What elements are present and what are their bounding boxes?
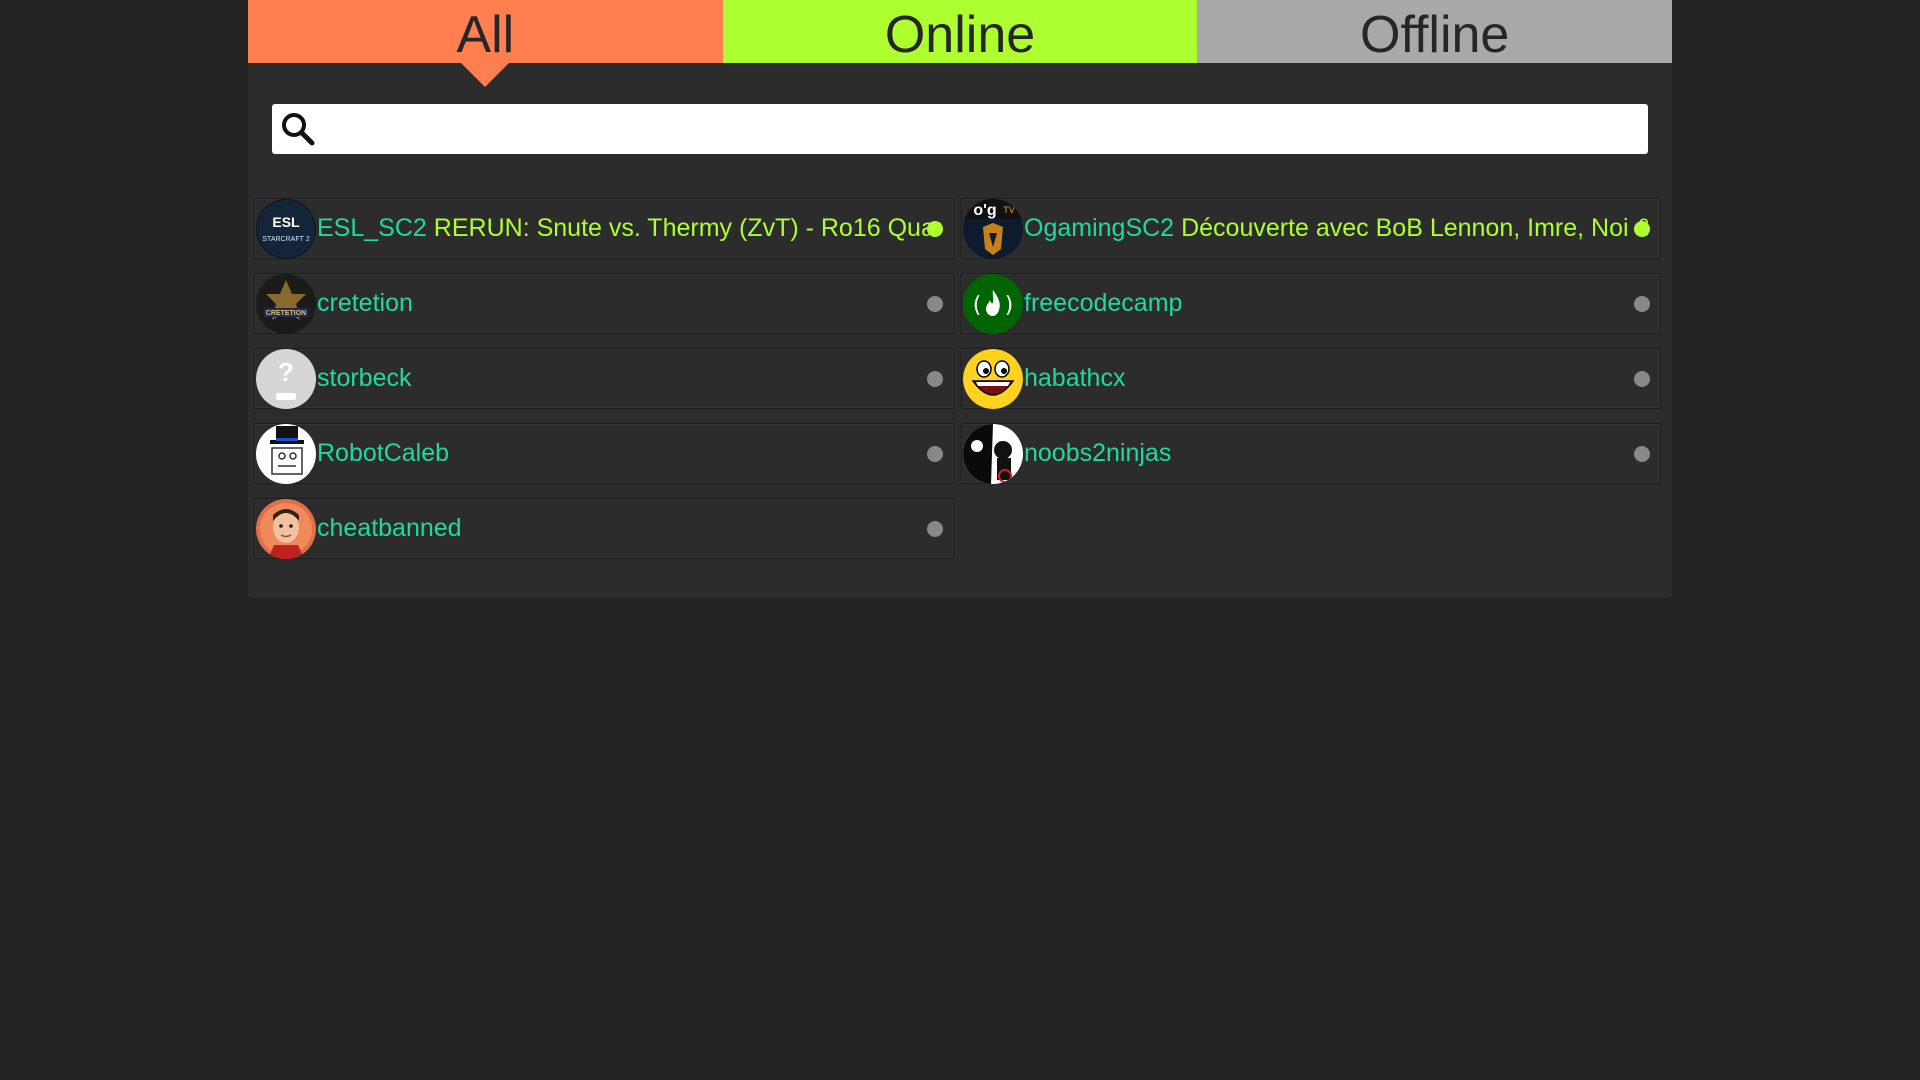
tab-online[interactable]: Online xyxy=(722,0,1198,64)
ogtv-logo-avatar: o'g TV xyxy=(963,198,1023,259)
esl-logo-avatar: ESL STARCRAFT 2 xyxy=(256,198,316,259)
filter-tabs: All Online Offline xyxy=(248,0,1673,87)
offline-status-dot xyxy=(927,371,943,387)
channel-card[interactable]: o'g TV OgamingSC2 Découverte avec BoB Le… xyxy=(961,198,1661,259)
search-bar xyxy=(272,104,1648,154)
svg-text:): ) xyxy=(1005,293,1014,318)
channel-name[interactable]: OgamingSC2 xyxy=(1024,214,1174,243)
channel-card[interactable]: RobotCaleb xyxy=(254,423,954,484)
tab-all[interactable]: All xyxy=(248,0,723,87)
question-placeholder-avatar: ? xyxy=(256,348,316,409)
tab-offline-label: Offline xyxy=(1360,6,1510,64)
channel-status: Découverte avec BoB Lennon, Imre, Noi & xyxy=(1181,214,1648,242)
channel-list: ESL STARCRAFT 2 ESL_SC2 RERUN: Snute vs.… xyxy=(254,198,1666,559)
channel-name[interactable]: cheatbanned xyxy=(317,514,462,543)
channel-card[interactable]: habathcx xyxy=(961,348,1661,409)
person-portrait-avatar xyxy=(256,498,316,559)
channel-name[interactable]: ESL_SC2 xyxy=(317,214,427,243)
search-input[interactable] xyxy=(318,106,1648,152)
offline-status-dot xyxy=(1634,371,1650,387)
channel-name[interactable]: freecodecamp xyxy=(1024,289,1182,318)
tab-offline[interactable]: Offline xyxy=(1197,0,1673,64)
channel-name[interactable]: cretetion xyxy=(317,289,413,318)
ninja-logo-avatar xyxy=(963,423,1023,484)
offline-status-dot xyxy=(927,296,943,312)
svg-text:CRETETION: CRETETION xyxy=(266,310,306,317)
offline-status-dot xyxy=(1634,446,1650,462)
channel-card[interactable]: ESL STARCRAFT 2 ESL_SC2 RERUN: Snute vs.… xyxy=(254,198,954,259)
svg-text:o'g: o'g xyxy=(973,202,996,219)
cretetion-logo-avatar: CRETETION xyxy=(256,273,316,334)
offline-status-dot xyxy=(927,521,943,537)
channel-name[interactable]: habathcx xyxy=(1024,364,1125,393)
offline-status-dot xyxy=(1634,296,1650,312)
channel-name[interactable]: storbeck xyxy=(317,364,411,393)
svg-text:STARCRAFT 2: STARCRAFT 2 xyxy=(262,236,309,243)
channel-card[interactable]: ? storbeck xyxy=(254,348,954,409)
tab-online-label: Online xyxy=(884,6,1036,64)
channel-card[interactable]: noobs2ninjas xyxy=(961,423,1661,484)
channel-name[interactable]: noobs2ninjas xyxy=(1024,439,1171,468)
svg-text:(: ( xyxy=(973,293,982,318)
svg-text:ESL: ESL xyxy=(272,214,300,230)
svg-text:?: ? xyxy=(278,357,294,387)
offline-status-dot xyxy=(927,446,943,462)
twitch-viewer-panel: All Online Offline ESL STARCRAFT 2 ESL_S… xyxy=(248,0,1673,598)
channel-name[interactable]: RobotCaleb xyxy=(317,439,449,468)
svg-text:TV: TV xyxy=(1003,205,1015,215)
online-status-dot xyxy=(927,221,943,237)
tab-all-label: All xyxy=(456,6,515,64)
channel-card[interactable]: CRETETION cretetion xyxy=(254,273,954,334)
channel-card[interactable]: cheatbanned xyxy=(254,498,954,559)
channel-card[interactable]: ( ) freecodecamp xyxy=(961,273,1661,334)
search-icon[interactable] xyxy=(278,109,318,149)
awesome-face-avatar xyxy=(963,348,1023,409)
online-status-dot xyxy=(1634,221,1650,237)
freecodecamp-logo-avatar: ( ) xyxy=(963,273,1023,334)
channel-status: RERUN: Snute vs. Thermy (ZvT) - Ro16 Qua… xyxy=(433,214,941,242)
tophat-meme-avatar xyxy=(256,423,316,484)
active-tab-pointer xyxy=(460,62,511,87)
